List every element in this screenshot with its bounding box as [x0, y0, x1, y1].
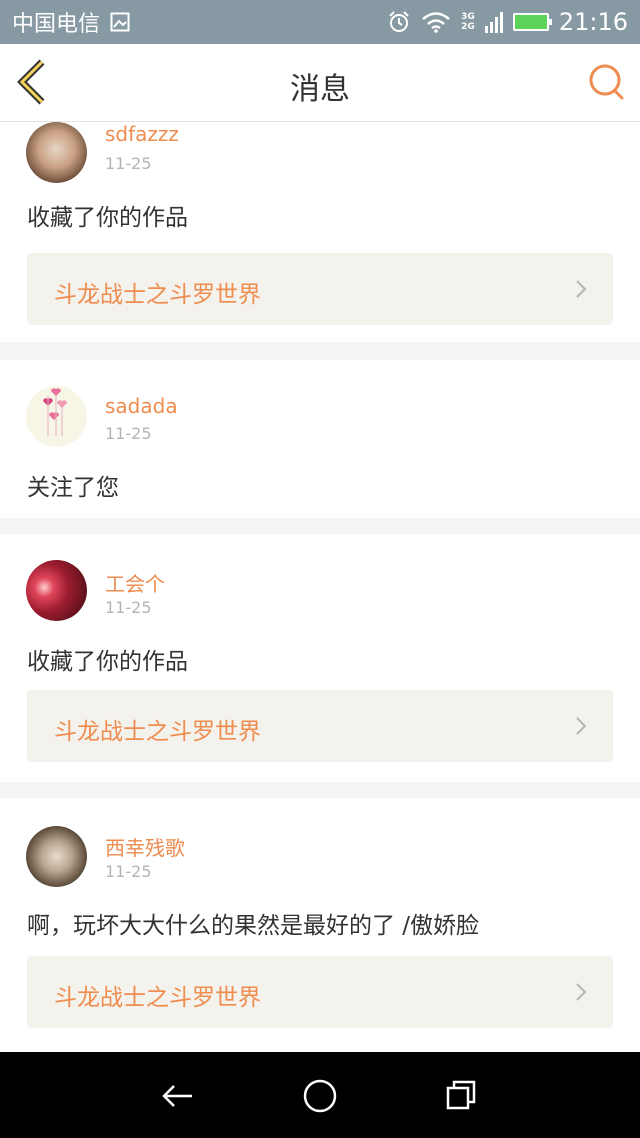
work-title: 斗龙战士之斗罗世界 [54, 985, 261, 1011]
work-link[interactable]: 斗龙战士之斗罗世界 [27, 253, 613, 325]
message-text: 收藏了你的作品 [27, 205, 188, 231]
message-card: sadada 11-25 关注了您 [0, 360, 640, 518]
back-nav-icon[interactable] [156, 1074, 200, 1118]
network-type: 3G 2G [461, 12, 475, 32]
battery-charging-icon [512, 13, 552, 31]
message-card: 西幸残歌 11-25 啊，玩坏大大什么的果然是最好的了 /傲娇脸 斗龙战士之斗罗… [0, 798, 640, 1052]
work-link[interactable]: 斗龙战士之斗罗世界 [27, 956, 613, 1028]
alarm-icon [389, 11, 409, 32]
message-text: 关注了您 [27, 475, 119, 501]
image-icon [110, 12, 130, 32]
message-text: 收藏了你的作品 [27, 649, 188, 675]
avatar[interactable] [26, 826, 87, 887]
avatar[interactable] [26, 122, 87, 183]
page-title: 消息 [290, 72, 350, 107]
message-text: 啊，玩坏大大什么的果然是最好的了 /傲娇脸 [27, 913, 480, 939]
message-date: 11-25 [105, 598, 152, 617]
carrier-label: 中国电信 [12, 12, 101, 37]
username[interactable]: 西幸残歌 [105, 832, 185, 861]
message-card: 工会个 11-25 收藏了你的作品 斗龙战士之斗罗世界 [0, 534, 640, 782]
hearts-avatar-icon [43, 388, 67, 436]
clock: 21:16 [558, 8, 628, 36]
message-date: 11-25 [105, 862, 152, 881]
home-nav-icon[interactable] [298, 1074, 342, 1118]
search-icon[interactable] [586, 62, 626, 102]
work-title: 斗龙战士之斗罗世界 [54, 282, 261, 308]
message-list[interactable]: sdfazzz 11-25 收藏了你的作品 斗龙战士之斗罗世界 sadada 1… [0, 122, 640, 1052]
work-title: 斗龙战士之斗罗世界 [54, 719, 261, 745]
message-card: sdfazzz 11-25 收藏了你的作品 斗龙战士之斗罗世界 [0, 122, 640, 342]
wifi-icon [422, 12, 450, 33]
username[interactable]: 工会个 [105, 568, 165, 597]
chevron-right-icon [576, 280, 587, 298]
app-header: 消息 [0, 44, 640, 122]
message-date: 11-25 [105, 154, 152, 173]
recents-nav-icon[interactable] [440, 1074, 484, 1118]
chevron-right-icon [576, 983, 587, 1001]
status-bar: 中国电信 3G 2G 21:16 [0, 0, 640, 44]
avatar[interactable] [26, 386, 87, 447]
message-date: 11-25 [105, 424, 152, 443]
username[interactable]: sdfazzz [105, 122, 179, 146]
network-top-label: 3G [461, 12, 475, 22]
avatar[interactable] [26, 560, 87, 621]
network-bottom-label: 2G [461, 22, 475, 32]
work-link[interactable]: 斗龙战士之斗罗世界 [27, 690, 613, 762]
system-nav-bar [0, 1052, 640, 1138]
chevron-right-icon [576, 717, 587, 735]
username[interactable]: sadada [105, 394, 178, 418]
signal-icon [484, 12, 503, 33]
